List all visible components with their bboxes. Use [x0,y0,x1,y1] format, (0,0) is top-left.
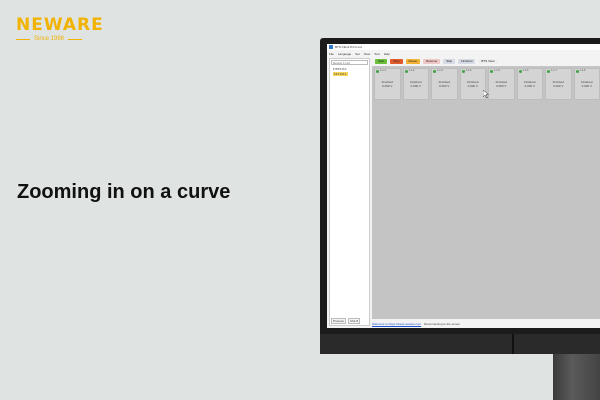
channel-id: 1-1-8 [579,69,586,72]
channel-tile[interactable]: 1-1-1 Finished 0.000 V [374,68,401,100]
sidebar-tabs: Process Ch1-8 [331,318,361,324]
menu-tool[interactable]: Tool [374,52,380,56]
channel-id: 1-1-5 [494,69,500,72]
channel-voltage: 0.000 V [581,84,592,88]
skip-button[interactable]: Skip [443,59,456,64]
tab-channels[interactable]: Ch1-8 [347,318,361,324]
monitor-screen: BTS Client 8.0.0.xxx File Language Set V… [327,44,600,328]
bts-view-button[interactable]: BTS View [478,59,498,64]
logo-tagline-row: Since 1998 [16,36,106,42]
tree-root-label: BTS 8.0 [335,66,347,71]
channel-tile[interactable]: 1-1-6 Finished 0.000 V [516,68,543,100]
status-dot-icon [490,70,493,73]
channel-id: 1-1-1 [380,69,386,72]
channel-strip: 1-1-1 Finished 0.000 V 1-1-2 Finished 0.… [372,66,600,104]
mouse-pointer-icon [483,90,489,98]
app-title: BTS Client 8.0.0.xxx [335,45,363,49]
channel-voltage: 0.000 V [553,84,564,88]
channel-id: 1-1-2 [408,69,415,72]
channel-voltage: 0.000 V [496,84,507,88]
tree-selected-node[interactable]: 127.0.0.1 [330,71,369,76]
device-sidebar: Device 1 Ltd ▾ BTS 8.0 127.0.0.1 Process… [329,58,370,326]
app-menubar: File Language Set View Tool Help [327,51,600,56]
pause-button[interactable]: Pause [405,59,421,64]
status-dot-icon [518,70,522,73]
channel-id: 1-1-4 [465,69,472,72]
slide-headline: Zooming in on a curve [17,181,231,203]
app-toolbar: Start Stop Pause Resume Skip Finished BT… [375,58,600,65]
menu-help[interactable]: Help [384,52,390,56]
channel-voltage: 0.000 V [524,84,535,88]
menu-view[interactable]: View [364,52,370,56]
monitor-stand [553,354,600,400]
status-dot-icon [376,70,379,73]
menu-language[interactable]: Language [338,52,351,56]
channel-voltage: 0.000 V [382,84,393,88]
logo-wordmark: NEWARE [16,15,104,35]
channel-tile[interactable]: 1-1-7 Finished 0.000 V [545,68,572,100]
app-titlebar: BTS Client 8.0.0.xxx [327,44,600,50]
neware-logo: NEWARE Since 1998 [16,16,106,42]
start-button[interactable]: Start [375,59,388,64]
channel-tile[interactable]: 1-1-5 Finished 0.000 V [488,68,515,100]
app-statusbar: Welcome to https://www.neware.com Reconn… [372,321,600,327]
logo-tagline: Since 1998 [34,36,65,42]
logo-rule-left [16,38,30,40]
status-dot-icon [461,70,465,73]
status-dot-icon [575,70,579,73]
channel-voltage: 0.000 V [410,84,421,88]
website-link[interactable]: Welcome to https://www.neware.com [372,322,421,326]
device-search-input[interactable]: Device 1 Ltd [331,60,368,65]
channel-id: 1-1-7 [551,69,557,72]
monitor-chin [320,334,600,354]
status-message: Reconnecting to the server [424,322,460,326]
status-dot-icon [547,70,550,73]
channel-tile[interactable]: 1-1-3 Finished 0.000 V [431,68,458,100]
chevron-down-icon: ▾ [333,66,335,71]
channel-tile[interactable]: 1-1-2 Finished 0.000 V [402,68,429,100]
tree-selected-label: 127.0.0.1 [333,71,348,76]
channel-id: 1-1-6 [522,69,529,72]
channel-voltage: 0.000 V [467,84,478,88]
status-dot-icon [433,70,436,73]
finished-button[interactable]: Finished [458,59,476,64]
channel-id: 1-1-3 [437,69,443,72]
channel-grid: 1-1-1 Finished 0.000 V 1-1-2 Finished 0.… [372,66,600,319]
status-dot-icon [404,70,408,73]
monitor-seam [512,334,514,354]
tab-process[interactable]: Process [331,318,346,324]
resume-button[interactable]: Resume [423,59,441,64]
logo-rule-right [68,38,83,40]
channel-tile[interactable]: 1-1-8 Finished 0.000 V [573,68,600,100]
menu-set[interactable]: Set [355,52,360,56]
menu-file[interactable]: File [329,52,334,56]
channel-voltage: 0.000 V [439,84,450,88]
stop-button[interactable]: Stop [390,59,403,64]
app-icon [329,45,333,49]
